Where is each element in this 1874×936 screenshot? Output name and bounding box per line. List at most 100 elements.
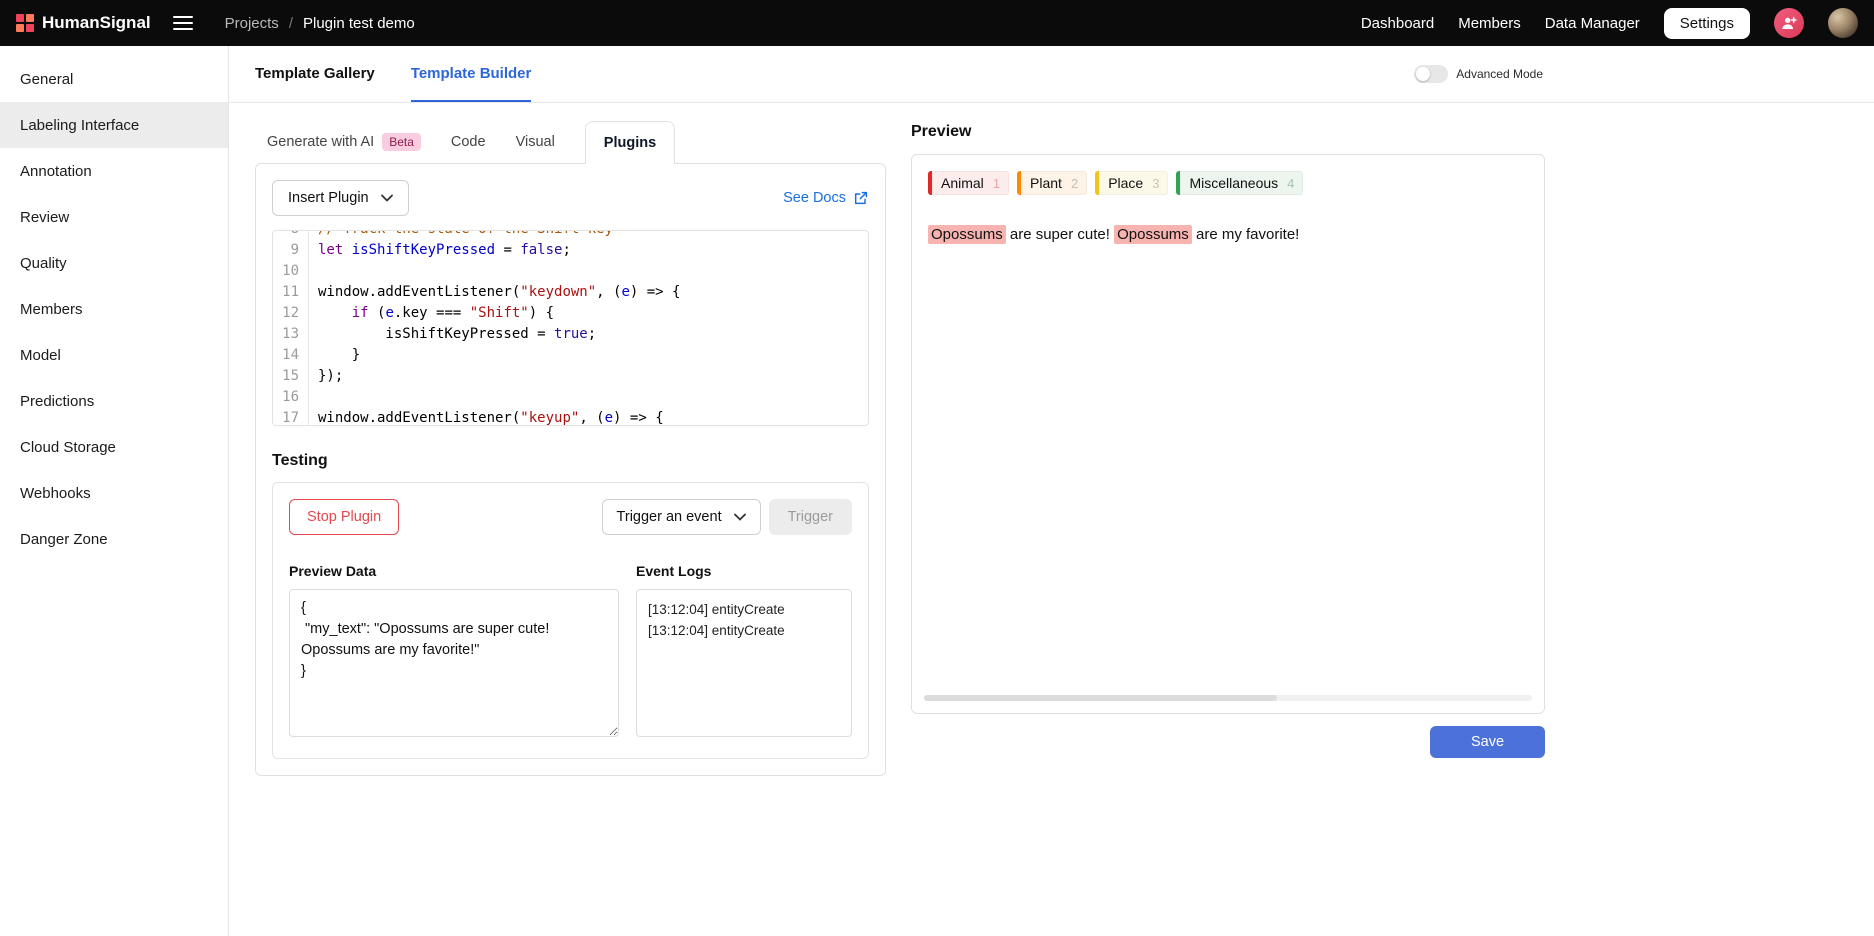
line-number: 10: [273, 261, 309, 282]
code-text: });: [309, 366, 343, 387]
code-line: 12 if (e.key === "Shift") {: [273, 303, 868, 324]
brand-name: HumanSignal: [42, 13, 151, 33]
tab-code[interactable]: Code: [451, 121, 486, 163]
label-hotkey: 2: [1071, 176, 1078, 191]
label-animal[interactable]: Animal1: [928, 171, 1009, 195]
label-text: Place: [1108, 175, 1143, 191]
tab-generate-with-ai[interactable]: Generate with AI Beta: [267, 121, 421, 163]
code-line: 11window.addEventListener("keydown", (e)…: [273, 282, 868, 303]
plain-text: are my favorite!: [1192, 226, 1300, 243]
code-text: window.addEventListener("keydown", (e) =…: [309, 282, 680, 303]
breadcrumb: Projects / Plugin test demo: [225, 15, 415, 32]
code-text: if (e.key === "Shift") {: [309, 303, 554, 324]
highlighted-region[interactable]: Opossums: [928, 225, 1006, 244]
sidebar-item-annotation[interactable]: Annotation: [0, 148, 228, 194]
nav-data-manager[interactable]: Data Manager: [1545, 15, 1640, 32]
tab-visual[interactable]: Visual: [516, 121, 555, 163]
preview-data-textarea[interactable]: { "my_text": "Opossums are super cute! O…: [289, 589, 619, 737]
event-log-entry: [13:12:04] entityCreate: [648, 620, 840, 641]
code-line: 17window.addEventListener("keyup", (e) =…: [273, 408, 868, 426]
code-text: // Track the state of the Shift key: [309, 230, 613, 240]
plugin-editor-column: Generate with AI Beta Code Visual Plugin…: [255, 103, 886, 776]
insert-plugin-label: Insert Plugin: [288, 190, 369, 206]
external-link-icon: [853, 190, 869, 206]
tab-template-builder[interactable]: Template Builder: [411, 46, 532, 102]
line-number: 17: [273, 408, 309, 426]
settings-button[interactable]: Settings: [1664, 8, 1750, 39]
stop-plugin-button[interactable]: Stop Plugin: [289, 499, 399, 535]
trigger-event-select-value: Trigger an event: [617, 509, 722, 525]
tab-plugins[interactable]: Plugins: [585, 121, 675, 164]
chevron-down-icon: [381, 194, 393, 202]
code-text: window.addEventListener("keyup", (e) => …: [309, 408, 664, 426]
event-log-entry: [13:12:04] entityCreate: [648, 599, 840, 620]
code-line: 14 }: [273, 345, 868, 366]
label-hotkey: 4: [1287, 176, 1294, 191]
code-line: 8// Track the state of the Shift key: [273, 230, 868, 240]
label-text: Miscellaneous: [1189, 175, 1278, 191]
code-text: let isShiftKeyPressed = false;: [309, 240, 571, 261]
scrollbar-thumb[interactable]: [924, 695, 1277, 701]
labels-row: Animal1 Plant 2 Place 3 Miscellaneous 4: [928, 171, 1528, 195]
label-hotkey: 1: [993, 176, 1000, 191]
label-miscellaneous[interactable]: Miscellaneous 4: [1176, 171, 1303, 195]
advanced-mode-control: Advanced Mode: [1414, 46, 1545, 102]
breadcrumb-separator: /: [289, 15, 293, 32]
line-number: 8: [273, 230, 309, 240]
line-number: 9: [273, 240, 309, 261]
line-number: 13: [273, 324, 309, 345]
trigger-button[interactable]: Trigger: [769, 499, 852, 535]
label-text: Plant: [1030, 175, 1062, 191]
sidebar-item-predictions[interactable]: Predictions: [0, 378, 228, 424]
tab-template-gallery[interactable]: Template Gallery: [255, 46, 375, 102]
menu-icon[interactable]: [173, 15, 193, 31]
label-plant[interactable]: Plant 2: [1017, 171, 1087, 195]
user-avatar[interactable]: [1828, 8, 1858, 38]
testing-panel: Stop Plugin Trigger an event Trigger: [272, 482, 869, 759]
breadcrumb-current: Plugin test demo: [303, 15, 415, 32]
event-logs-box: [13:12:04] entityCreate[13:12:04] entity…: [636, 589, 852, 737]
code-text: [309, 261, 318, 282]
preview-column: Preview Animal1Plant2Place3Miscellaneous…: [911, 103, 1545, 776]
line-number: 15: [273, 366, 309, 387]
generate-with-ai-label: Generate with AI: [267, 134, 374, 150]
sidebar-item-review[interactable]: Review: [0, 194, 228, 240]
highlighted-region[interactable]: Opossums: [1114, 225, 1192, 244]
preview-data-label: Preview Data: [289, 563, 619, 579]
line-number: 14: [273, 345, 309, 366]
sidebar-item-cloud-storage[interactable]: Cloud Storage: [0, 424, 228, 470]
plugin-panel: Insert Plugin See Docs: [255, 163, 886, 776]
event-logs-label: Event Logs: [636, 563, 852, 579]
nav-dashboard[interactable]: Dashboard: [1361, 15, 1434, 32]
advanced-mode-toggle[interactable]: [1414, 65, 1448, 83]
advanced-mode-label: Advanced Mode: [1456, 67, 1543, 81]
code-text: isShiftKeyPressed = true;: [309, 324, 596, 345]
trigger-event-select[interactable]: Trigger an event: [602, 499, 761, 535]
sidebar-item-model[interactable]: Model: [0, 332, 228, 378]
plugin-toolbar: Insert Plugin See Docs: [272, 180, 869, 216]
insert-plugin-button[interactable]: Insert Plugin: [272, 180, 409, 216]
code-editor[interactable]: 8// Track the state of the Shift key9let…: [272, 230, 869, 426]
sidebar-item-danger-zone[interactable]: Danger Zone: [0, 516, 228, 562]
builder-subtabs: Generate with AI Beta Code Visual Plugin…: [255, 121, 886, 163]
testing-controls: Stop Plugin Trigger an event Trigger: [289, 499, 852, 535]
label-place[interactable]: Place 3: [1095, 171, 1168, 195]
sidebar-item-general[interactable]: General: [0, 56, 228, 102]
invite-people-button[interactable]: [1774, 8, 1804, 38]
breadcrumb-projects[interactable]: Projects: [225, 15, 279, 32]
nav-members[interactable]: Members: [1458, 15, 1521, 32]
humansignal-logo-icon: [16, 14, 34, 32]
chevron-down-icon: [734, 513, 746, 521]
line-number: 11: [273, 282, 309, 303]
code-text: }: [309, 345, 360, 366]
label-hotkey: 3: [1152, 176, 1159, 191]
line-number: 12: [273, 303, 309, 324]
save-button[interactable]: Save: [1430, 726, 1545, 758]
sidebar-item-webhooks[interactable]: Webhooks: [0, 470, 228, 516]
see-docs-link[interactable]: See Docs: [783, 190, 869, 206]
main-content: Template Gallery Template Builder Advanc…: [229, 46, 1874, 936]
sidebar-item-members[interactable]: Members: [0, 286, 228, 332]
sidebar-item-labeling-interface[interactable]: Labeling Interface: [0, 102, 228, 148]
preview-horizontal-scrollbar[interactable]: [924, 695, 1532, 701]
sidebar-item-quality[interactable]: Quality: [0, 240, 228, 286]
